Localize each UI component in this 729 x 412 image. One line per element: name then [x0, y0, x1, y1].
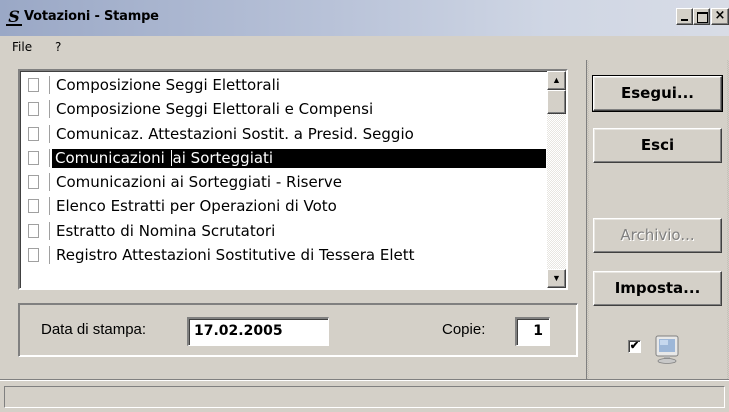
list-item-checkbox[interactable]: [28, 248, 39, 263]
label-part: Comunicazioni: [55, 148, 170, 167]
divider: [49, 124, 50, 143]
list-item[interactable]: Composizione Seggi Elettorali e Compensi: [20, 97, 546, 121]
list-item-checkbox[interactable]: [28, 223, 39, 238]
text-caret: [170, 149, 172, 166]
list-item-checkbox[interactable]: [28, 126, 39, 141]
list-item[interactable]: Estratto di Nomina Scrutatori: [20, 219, 546, 243]
scroll-down-button[interactable]: ▼: [547, 269, 566, 288]
print-date-field[interactable]: 17.02.2005: [187, 317, 329, 346]
close-icon: ×: [714, 8, 726, 23]
scroll-thumb[interactable]: [547, 90, 566, 114]
list-item-label: Estratto di Nomina Scrutatori: [56, 221, 276, 240]
menu-help[interactable]: ?: [55, 40, 61, 54]
list-item-label: Composizione Seggi Elettorali: [56, 76, 280, 94]
divider: [49, 246, 50, 265]
status-pane: [4, 386, 725, 408]
minimize-button[interactable]: [676, 8, 693, 25]
maximize-button[interactable]: [693, 8, 710, 25]
list-item-label: Comunicazioni ai Sorteggiati: [52, 148, 546, 168]
exit-button[interactable]: Esci: [593, 128, 722, 163]
monitor-icon: [655, 335, 679, 364]
list-item[interactable]: Composizione Seggi Elettorali: [20, 73, 546, 97]
list-item-checkbox[interactable]: [28, 150, 39, 165]
copies-field[interactable]: 1: [515, 317, 550, 346]
list-item-label: Registro Attestazioni Sostitutive di Tes…: [56, 246, 415, 265]
divider: [49, 197, 50, 216]
list-item-selected[interactable]: Comunicazioni ai Sorteggiati: [20, 146, 546, 170]
list-item-checkbox[interactable]: [28, 175, 39, 190]
print-date-label: Data di stampa:: [41, 321, 147, 338]
divider: [49, 76, 50, 94]
list-item-label: Comunicaz. Attestazioni Sostit. a Presid…: [56, 124, 414, 143]
list-item[interactable]: Elenco Estratti per Operazioni di Voto: [20, 194, 546, 218]
list-item-checkbox[interactable]: [28, 199, 39, 214]
app-icon[interactable]: S: [6, 9, 22, 26]
status-bar: [0, 379, 729, 412]
close-button[interactable]: ×: [711, 8, 729, 25]
print-options-panel: Data di stampa: 17.02.2005 Copie: 1: [18, 303, 578, 357]
arrow-down-icon: ▼: [552, 273, 561, 283]
divider: [49, 100, 50, 119]
setup-button[interactable]: Imposta...: [593, 271, 722, 306]
list-item[interactable]: Comunicazioni ai Sorteggiati - Riserve: [20, 170, 546, 194]
run-button[interactable]: Esegui...: [592, 75, 723, 112]
label-part: ai Sorteggiati: [172, 148, 274, 167]
preview-checkbox[interactable]: ✔: [628, 340, 641, 353]
list-item-checkbox[interactable]: [28, 102, 39, 117]
menu-bar: File ?: [0, 36, 729, 60]
list-item-label: Elenco Estratti per Operazioni di Voto: [56, 197, 337, 216]
report-listbox[interactable]: Composizione Seggi Elettorali Composizio…: [18, 69, 568, 290]
scroll-up-button[interactable]: ▲: [547, 71, 566, 90]
window-title: Votazioni - Stampe: [24, 9, 159, 24]
archive-button[interactable]: Archivio...: [593, 218, 722, 253]
list-item-label: Comunicazioni ai Sorteggiati - Riserve: [56, 173, 342, 192]
title-bar[interactable]: S Votazioni - Stampe ×: [0, 0, 729, 36]
vertical-scrollbar[interactable]: ▲ ▼: [547, 71, 566, 288]
report-list: Composizione Seggi Elettorali Composizio…: [20, 73, 546, 267]
print-window: S Votazioni - Stampe × File ? Composizio…: [0, 0, 729, 412]
list-item-label: Composizione Seggi Elettorali e Compensi: [56, 100, 374, 119]
list-item[interactable]: Registro Attestazioni Sostitutive di Tes…: [20, 243, 546, 267]
menu-file[interactable]: File: [12, 40, 32, 54]
arrow-up-icon: ▲: [552, 75, 561, 85]
divider: [49, 173, 50, 192]
list-item-checkbox[interactable]: [28, 78, 39, 92]
list-item[interactable]: Comunicaz. Attestazioni Sostit. a Presid…: [20, 122, 546, 146]
divider: [49, 221, 50, 240]
divider: [49, 148, 50, 167]
copies-label: Copie:: [442, 321, 486, 338]
